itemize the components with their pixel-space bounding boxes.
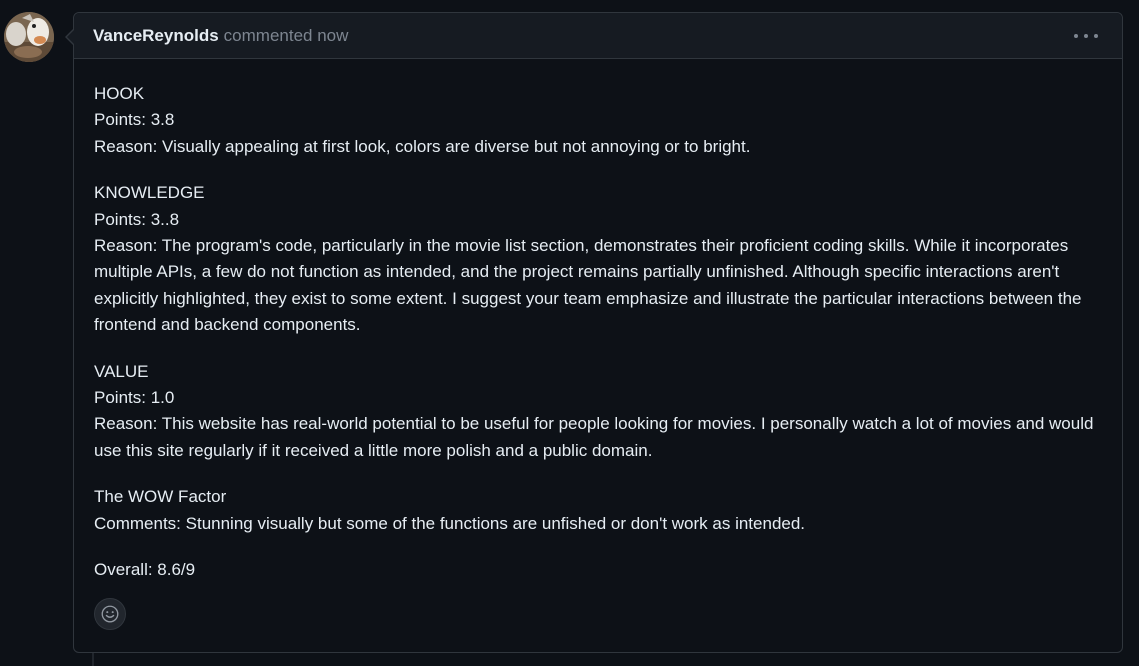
section-heading: KNOWLEDGE [94,183,205,203]
section-points: Points: 3.8 [94,110,175,130]
section-value: VALUE Points: 1.0 Reason: This website h… [94,359,1102,465]
section-knowledge: KNOWLEDGE Points: 3..8 Reason: The progr… [94,180,1102,338]
add-reaction-button[interactable] [94,598,126,630]
overall-score: Overall: 8.6/9 [94,560,196,580]
avatar[interactable] [4,12,54,62]
page: VanceReynolds commented now HOOK Points:… [0,0,1139,666]
section-points: Points: 1.0 [94,388,175,408]
section-reason: Reason: This website has real-world pote… [94,414,1094,460]
section-heading: The WOW Factor [94,487,227,507]
section-comments: Comments: Stunning visually but some of … [94,513,806,533]
section-wow-factor: The WOW Factor Comments: Stunning visual… [94,484,1102,537]
section-heading: VALUE [94,361,149,381]
comment-timestamp[interactable]: commented now [224,26,349,46]
comment-body: HOOK Points: 3.8 Reason: Visually appeal… [74,59,1122,584]
section-points: Points: 3..8 [94,209,180,229]
section-hook: HOOK Points: 3.8 Reason: Visually appeal… [94,81,1102,160]
comment-header: VanceReynolds commented now [74,13,1122,59]
avatar-image [4,12,54,62]
comment-box: VanceReynolds commented now HOOK Points:… [65,12,1123,653]
section-reason: Reason: The program's code, particularly… [94,236,1082,335]
smiley-icon [101,605,119,623]
kebab-horizontal-icon[interactable] [1074,26,1098,46]
section-reason: Reason: Visually appealing at first look… [94,136,751,156]
section-heading: HOOK [94,84,145,103]
author-link[interactable]: VanceReynolds [93,26,219,46]
